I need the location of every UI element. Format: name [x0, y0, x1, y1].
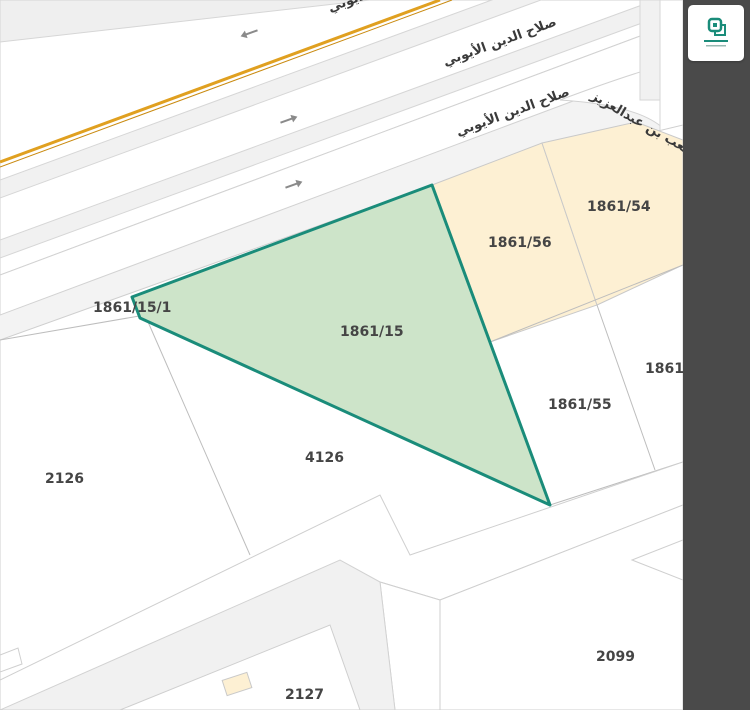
parcel-label-55: 1861/55: [548, 397, 612, 413]
parcel-label-2099: 2099: [596, 649, 635, 665]
side-panel: [683, 0, 750, 710]
brand-logo-icon: [704, 17, 728, 47]
map-view[interactable]: صلاح الدين الأيوبي صلاح الدين الأيوبي صل…: [0, 0, 683, 710]
map-canvas[interactable]: صلاح الدين الأيوبي صلاح الدين الأيوبي صل…: [0, 0, 683, 710]
parcel-label-right-partial: 1861/: [645, 361, 683, 377]
parcel-label-selected: 1861/15: [340, 324, 404, 340]
parcel-label-54: 1861/54: [587, 199, 651, 215]
parcel-label-2127: 2127: [285, 687, 324, 703]
parcel-label-56: 1861/56: [488, 235, 552, 251]
parcel-label-2126: 2126: [45, 471, 84, 487]
parcel-label-4126: 4126: [305, 450, 344, 466]
parcel-label-15-1: 1861/15/1: [93, 300, 171, 316]
logo-card[interactable]: [688, 5, 744, 61]
